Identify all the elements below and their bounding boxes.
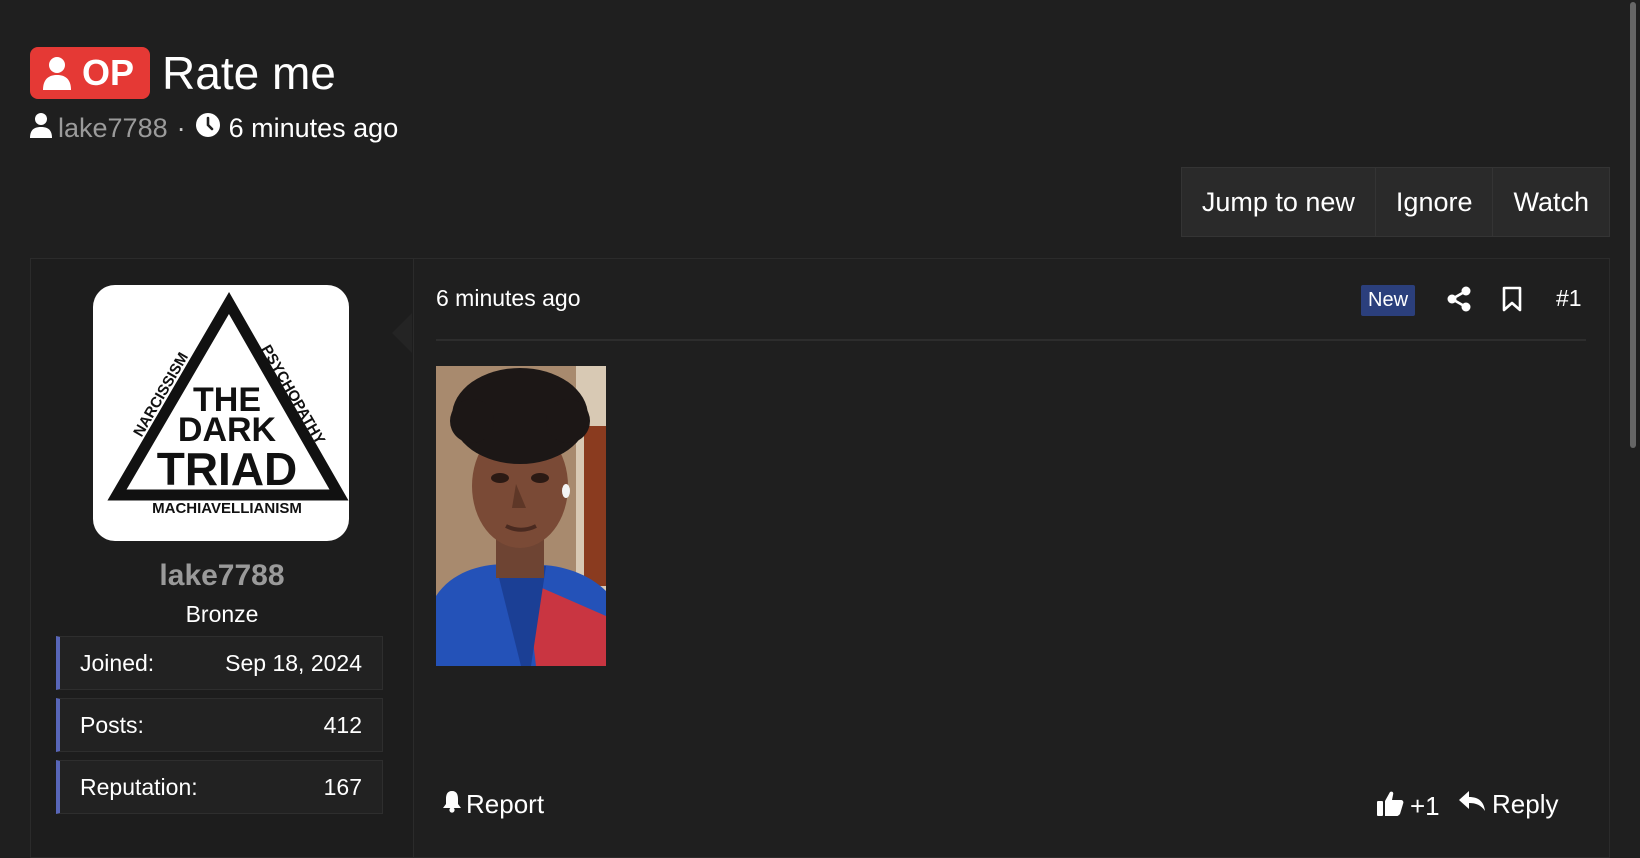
reply-icon	[1458, 789, 1486, 820]
thread-actions: Jump to new Ignore Watch	[1180, 167, 1610, 237]
stat-value: 412	[323, 711, 362, 738]
share-icon[interactable]	[1447, 286, 1471, 317]
post-header: 6 minutes ago New #1	[436, 259, 1586, 341]
post-user-panel: THE DARK TRIAD NARCISSISM PSYCHOPATHY MA…	[31, 259, 414, 857]
attachment-thumbnail[interactable]	[436, 366, 606, 666]
stat-posts: Posts: 412	[56, 698, 383, 752]
op-prefix-badge: OP	[30, 47, 151, 99]
thread-time[interactable]: 6 minutes ago	[229, 113, 399, 144]
reply-button[interactable]: Reply	[1458, 789, 1558, 820]
post: THE DARK TRIAD NARCISSISM PSYCHOPATHY MA…	[30, 258, 1610, 858]
stat-label: Posts:	[80, 711, 144, 738]
stat-value: 167	[323, 773, 362, 800]
thread-author-link[interactable]: lake7788	[58, 113, 168, 144]
page-title: Rate me	[162, 47, 336, 99]
user-title: Bronze	[185, 601, 259, 627]
post-username[interactable]: lake7788	[31, 559, 413, 593]
avatar-word-machiavellianism: MACHIAVELLIANISM	[152, 500, 302, 517]
bell-icon	[442, 789, 462, 820]
user-icon	[30, 112, 52, 145]
user-icon	[42, 56, 72, 90]
stat-joined: Joined: Sep 18, 2024	[56, 636, 383, 690]
thread-meta: lake7788 · 6 minutes ago	[30, 112, 398, 145]
stat-label: Joined:	[80, 649, 155, 676]
meta-separator: ·	[176, 113, 186, 143]
stat-reputation: Reputation: 167	[56, 760, 383, 814]
reply-label: Reply	[1492, 789, 1559, 819]
user-panel-arrow	[392, 313, 412, 353]
post-time[interactable]: 6 minutes ago	[436, 285, 580, 312]
post-footer: Report +1 Reply	[436, 781, 1586, 831]
scrollbar-thumb[interactable]	[1630, 2, 1636, 448]
bookmark-icon[interactable]	[1501, 286, 1523, 317]
new-badge: New	[1361, 285, 1416, 316]
clock-icon	[195, 112, 221, 145]
ignore-button[interactable]: Ignore	[1374, 167, 1493, 237]
stat-value: Sep 18, 2024	[225, 649, 362, 676]
report-label: Report	[466, 789, 545, 819]
like-count: +1	[1410, 791, 1440, 821]
report-link[interactable]: Report	[442, 789, 544, 820]
op-prefix-label: OP	[82, 52, 135, 93]
stat-label: Reputation:	[80, 773, 198, 800]
post-main: 6 minutes ago New #1 Report +1 Reply	[436, 259, 1586, 857]
like-button[interactable]: +1	[1376, 789, 1440, 824]
thread-title-row: OP Rate me	[30, 46, 336, 100]
avatar-word-triad: TRIAD	[157, 443, 298, 495]
thumbs-up-icon	[1376, 789, 1404, 824]
post-number[interactable]: #1	[1556, 285, 1582, 312]
scrollbar[interactable]	[1626, 0, 1640, 845]
jump-to-new-button[interactable]: Jump to new	[1180, 167, 1375, 237]
watch-button[interactable]: Watch	[1492, 167, 1610, 237]
avatar[interactable]: THE DARK TRIAD NARCISSISM PSYCHOPATHY MA…	[93, 285, 349, 541]
